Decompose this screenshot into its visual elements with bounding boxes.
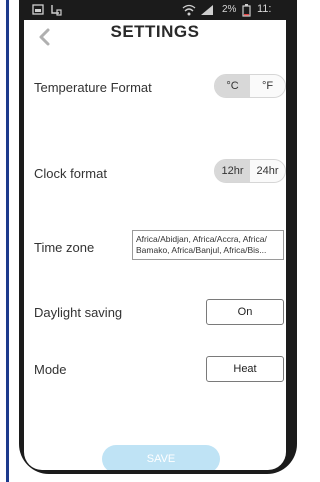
time-zone-label: Time zone xyxy=(34,240,95,255)
daylight-saving-button[interactable]: On xyxy=(206,299,284,325)
page-title: SETTINGS xyxy=(110,22,200,41)
clock-option-12hr[interactable]: 12hr xyxy=(215,160,250,182)
status-time: 11: xyxy=(257,3,272,15)
usb-icon xyxy=(50,4,62,19)
daylight-saving-label: Daylight saving xyxy=(34,305,123,320)
clock-format-label: Clock format xyxy=(34,166,107,181)
time-zone-select[interactable]: Africa/Abidjan, Africa/Accra, Africa/ Ba… xyxy=(132,230,284,260)
battery-percent: 2% xyxy=(222,4,237,15)
signal-icon xyxy=(200,4,214,19)
mode-button[interactable]: Heat xyxy=(206,356,284,382)
save-button[interactable]: SAVE xyxy=(102,445,220,470)
temperature-format-label: Temperature Format xyxy=(34,80,152,95)
clock-format-toggle[interactable]: 12hr 24hr xyxy=(214,159,286,183)
time-zone-value-line2: Bamako, Africa/Banjul, Africa/Bis... xyxy=(136,245,267,255)
mode-label: Mode xyxy=(34,362,67,377)
page-left-border xyxy=(6,0,9,482)
status-bar: 2% 11: xyxy=(24,0,286,20)
header: SETTINGS xyxy=(24,20,286,68)
notification-icon xyxy=(32,4,44,18)
clock-option-24hr[interactable]: 24hr xyxy=(250,160,285,182)
app-screen: SETTINGS Temperature Format °C °F Clock … xyxy=(24,20,286,470)
temperature-option-fahrenheit[interactable]: °F xyxy=(250,75,285,97)
time-zone-value-line1: Africa/Abidjan, Africa/Accra, Africa/ xyxy=(136,234,267,244)
wifi-icon xyxy=(182,4,196,19)
temperature-format-toggle[interactable]: °C °F xyxy=(214,74,286,98)
battery-icon xyxy=(242,4,251,20)
temperature-option-celsius[interactable]: °C xyxy=(215,75,250,97)
